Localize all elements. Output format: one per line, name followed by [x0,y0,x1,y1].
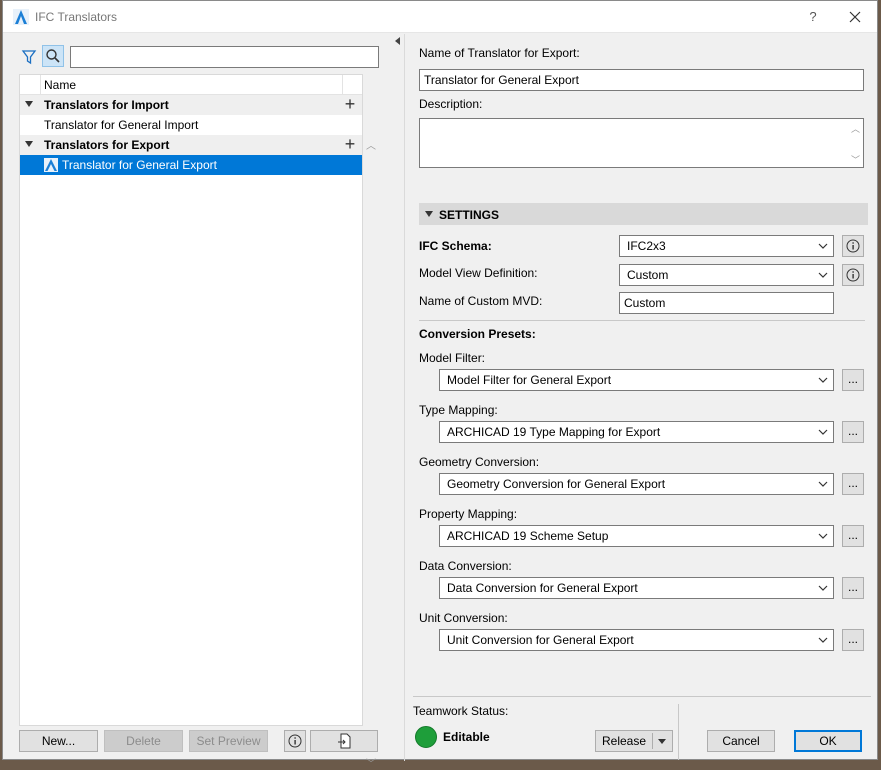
title-bar: IFC Translators ? [3,1,877,33]
property-mapping-browse-button[interactable]: ... [842,525,864,547]
mvd-info-button[interactable] [842,264,864,286]
chevron-down-icon [818,243,828,249]
add-export-translator-button[interactable]: + [342,135,358,155]
ok-button[interactable]: OK [794,730,862,752]
scroll-up-icon[interactable]: ︿ [366,137,376,152]
type-mapping-select[interactable]: ARCHICAD 19 Type Mapping for Export [439,421,834,443]
description-field[interactable]: ︿ ﹀ [419,118,864,168]
type-mapping-browse-button[interactable]: ... [842,421,864,443]
chevron-down-icon [818,533,828,539]
scroll-up-icon[interactable]: ︿ [851,122,860,135]
set-preview-button[interactable]: Set Preview [189,730,268,752]
group-label: Translators for Export [44,138,170,152]
collapse-panel-icon[interactable] [395,37,400,45]
add-import-translator-button[interactable]: + [342,95,358,115]
new-button[interactable]: New... [19,730,98,752]
collapse-triangle-icon[interactable] [25,141,33,147]
translator-name-field[interactable]: Translator for General Export [419,69,864,91]
teamwork-status-label: Teamwork Status: [413,704,509,718]
filter-icon[interactable] [21,49,37,65]
import-export-file-button[interactable] [310,730,378,752]
chevron-down-icon [818,429,828,435]
chevron-down-icon [818,481,828,487]
collapse-triangle-icon[interactable] [25,101,33,107]
close-button[interactable] [843,7,867,27]
close-icon [849,11,861,23]
data-conversion-label: Data Conversion: [419,559,512,573]
geometry-conversion-label: Geometry Conversion: [419,455,540,469]
footer-separator [678,704,679,760]
translator-list-panel: Name Translators for Import + Translator… [3,34,393,770]
info-icon [846,268,860,282]
teamwork-status-value: Editable [443,730,490,744]
scroll-down-icon[interactable]: ﹀ [851,153,860,166]
model-filter-label: Model Filter: [419,351,486,365]
group-label: Translators for Import [44,98,169,112]
geometry-conversion-select[interactable]: Geometry Conversion for General Export [439,473,834,495]
ifc-schema-select[interactable]: IFC2x3 [619,235,834,257]
archicad-app-icon [13,9,29,25]
info-icon [846,239,860,253]
file-import-icon [338,733,351,749]
footer-divider [413,696,871,697]
release-button[interactable]: Release [596,731,652,751]
unit-conversion-select[interactable]: Unit Conversion for General Export [439,629,834,651]
item-label: Translator for General Import [44,118,199,132]
list-item[interactable]: Translator for General Import [20,115,362,135]
name-label: Name of Translator for Export: [419,46,580,60]
search-toggle-button[interactable] [42,45,64,67]
help-button[interactable]: ? [803,7,823,27]
status-indicator-icon [415,726,437,748]
conversion-presets-label: Conversion Presets: [419,327,536,341]
info-icon [288,734,302,748]
geometry-conversion-browse-button[interactable]: ... [842,473,864,495]
property-mapping-select[interactable]: ARCHICAD 19 Scheme Setup [439,525,834,547]
translator-tree[interactable]: Name Translators for Import + Translator… [19,74,376,770]
translator-settings-panel: Name of Translator for Export: Translato… [407,34,879,761]
description-label: Description: [419,97,483,111]
unit-conversion-browse-button[interactable]: ... [842,629,864,651]
chevron-down-icon [818,585,828,591]
panel-divider[interactable] [404,34,405,761]
name-column-header[interactable]: Name [44,78,76,92]
group-row-import[interactable]: Translators for Import + [20,95,362,115]
divider [419,320,865,321]
group-row-export[interactable]: Translators for Export + [20,135,362,155]
window-title: IFC Translators [35,10,118,24]
list-item-selected[interactable]: Translator for General Export [20,155,362,175]
settings-section-header[interactable]: SETTINGS [419,203,868,225]
model-filter-select[interactable]: Model Filter for General Export [439,369,834,391]
search-input[interactable] [70,46,379,68]
mvd-label: Model View Definition: [419,266,538,280]
dropdown-arrow-icon[interactable] [658,739,666,744]
search-icon [46,49,60,63]
custom-mvd-label: Name of Custom MVD: [419,294,543,308]
chevron-down-icon [818,272,828,278]
custom-mvd-field[interactable]: Custom [619,292,834,314]
unit-conversion-label: Unit Conversion: [419,611,508,625]
cancel-button[interactable]: Cancel [707,730,775,752]
ifc-schema-label: IFC Schema: [419,239,492,253]
mvd-select[interactable]: Custom [619,264,834,286]
ifc-schema-info-button[interactable] [842,235,864,257]
settings-label: SETTINGS [439,208,500,222]
type-mapping-label: Type Mapping: [419,403,498,417]
release-split-button[interactable]: Release [595,730,673,752]
info-button[interactable] [284,730,306,752]
data-conversion-select[interactable]: Data Conversion for General Export [439,577,834,599]
collapse-triangle-icon[interactable] [425,211,433,217]
chevron-down-icon [818,377,828,383]
translator-icon [44,158,58,172]
chevron-down-icon [818,637,828,643]
list-header: Name [20,75,362,95]
delete-button[interactable]: Delete [104,730,183,752]
property-mapping-label: Property Mapping: [419,507,518,521]
model-filter-browse-button[interactable]: ... [842,369,864,391]
data-conversion-browse-button[interactable]: ... [842,577,864,599]
ifc-translators-dialog: IFC Translators ? Name Translators for I… [2,0,879,770]
item-label: Translator for General Export [62,158,217,172]
